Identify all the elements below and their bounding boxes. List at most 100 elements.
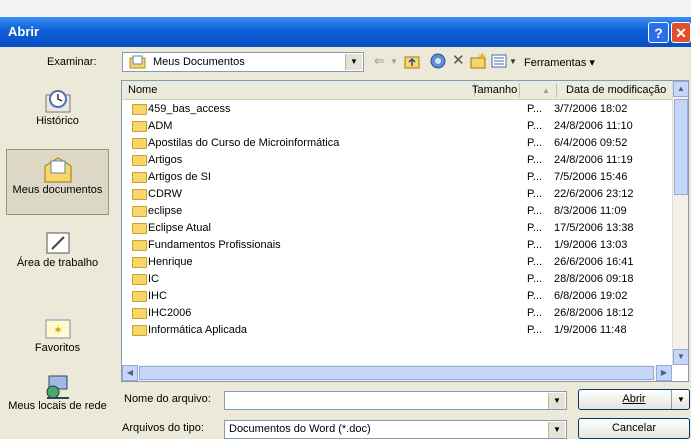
list-item[interactable]: Fundamentos Profissionais P... 1/9/2006 13… [122, 237, 672, 254]
tools-label: Ferramentas [524, 57, 587, 69]
file-name: Artigos de SI [148, 171, 211, 183]
folder-icon [132, 257, 147, 268]
list-item[interactable]: Henrique P... 26/6/2006 16:41 [122, 254, 672, 271]
scroll-right-icon[interactable]: ▶ [656, 365, 672, 381]
file-date: 24/8/2006 11:19 [554, 154, 633, 166]
folder-icon [132, 104, 147, 115]
list-item[interactable]: Apostilas do Curso de Microinformática P.… [122, 135, 672, 152]
column-name[interactable]: Nome [128, 84, 157, 96]
horizontal-scrollbar[interactable]: ◀ ▶ [122, 365, 672, 381]
scroll-left-icon[interactable]: ◀ [122, 365, 138, 381]
list-item[interactable]: IC P... 28/8/2006 09:18 [122, 271, 672, 288]
place-desktop[interactable]: Área de trabalho [6, 229, 109, 301]
up-folder-icon[interactable] [404, 54, 420, 69]
file-type: P... [527, 307, 543, 319]
file-type: P... [527, 137, 543, 149]
network-places-icon [46, 375, 69, 399]
close-button[interactable]: ✕ [671, 22, 691, 43]
scroll-down-icon[interactable]: ▼ [673, 349, 688, 365]
filename-field[interactable]: ▼ [224, 391, 567, 410]
file-list[interactable]: Nome Tamanho ▲ Data de modificação 459_b… [121, 80, 689, 382]
file-date: 1/9/2006 13:03 [554, 239, 628, 251]
file-date: 28/8/2006 09:18 [554, 273, 634, 285]
file-date: 7/5/2006 15:46 [554, 171, 628, 183]
place-my-documents[interactable]: Meus documentos [6, 149, 109, 215]
lookin-value: Meus Documentos [153, 56, 245, 68]
filetype-label: Arquivos do tipo: [122, 422, 204, 434]
file-name: eclipse [148, 205, 183, 217]
place-label: Meus locais de rede [8, 400, 107, 412]
list-item[interactable]: IHC P... 6/8/2006 19:02 [122, 288, 672, 305]
file-type: P... [527, 256, 543, 268]
list-item[interactable]: Artigos de SI P... 7/5/2006 15:46 [122, 169, 672, 186]
list-item[interactable]: CDRW P... 22/6/2006 23:12 [122, 186, 672, 203]
file-type: P... [527, 154, 543, 166]
back-dropdown-icon[interactable]: ▼ [390, 57, 398, 66]
place-network[interactable]: Meus locais de rede [6, 372, 109, 438]
folder-icon [132, 325, 147, 336]
folder-icon [132, 291, 147, 302]
column-size[interactable]: Tamanho [472, 84, 517, 96]
list-item[interactable]: Artigos P... 24/8/2006 11:19 [122, 152, 672, 169]
chevron-down-icon[interactable]: ▼ [548, 422, 565, 438]
place-label: Meus documentos [12, 184, 103, 196]
list-item[interactable]: IHC2006 P... 26/8/2006 18:12 [122, 305, 672, 322]
place-favorites[interactable]: ✶ Favoritos [6, 314, 109, 370]
file-name: CDRW [148, 188, 183, 200]
place-label: Histórico [36, 115, 79, 127]
file-date: 24/8/2006 11:10 [554, 120, 633, 132]
scroll-up-icon[interactable]: ▲ [673, 81, 688, 97]
open-dropdown-icon[interactable]: ▼ [677, 390, 685, 409]
filetype-dropdown[interactable]: Documentos do Word (*.doc) ▼ [224, 420, 567, 439]
folder-icon [132, 308, 147, 319]
delete-icon[interactable]: ✕ [452, 51, 465, 69]
list-item[interactable]: eclipse P... 8/3/2006 11:09 [122, 203, 672, 220]
desktop-icon [46, 232, 69, 254]
file-type: P... [527, 324, 543, 336]
list-item[interactable]: Informática Aplicada P... 1/9/2006 11:48 [122, 322, 672, 339]
list-item[interactable]: Eclipse Atual P... 17/5/2006 13:38 [122, 220, 672, 237]
back-arrow-icon[interactable]: ⇐ [374, 53, 385, 69]
new-folder-icon[interactable] [470, 53, 487, 69]
file-type: P... [527, 171, 543, 183]
file-type: P... [527, 222, 543, 234]
sort-triangle-icon: ▲ [542, 86, 550, 95]
chevron-down-icon[interactable]: ▼ [548, 393, 565, 409]
place-history[interactable]: Histórico [6, 87, 109, 147]
filetype-value: Documentos do Word (*.doc) [229, 423, 371, 435]
views-dropdown-icon[interactable]: ▼ [509, 57, 517, 66]
column-date[interactable]: Data de modificação [566, 84, 666, 96]
vertical-scrollbar[interactable]: ▲ ▼ [672, 81, 688, 365]
list-item[interactable]: ADM P... 24/8/2006 11:10 [122, 118, 672, 135]
file-type: P... [527, 103, 543, 115]
lookin-dropdown[interactable]: Meus Documentos ▼ [122, 52, 364, 72]
tools-menu[interactable]: Ferramentas ▾ [524, 56, 595, 69]
file-name: Fundamentos Profissionais [148, 239, 281, 251]
folder-icon [132, 274, 147, 285]
file-type: P... [527, 120, 543, 132]
file-type: P... [527, 205, 543, 217]
open-button-label: Abrir [622, 393, 646, 405]
folder-icon [132, 121, 147, 132]
folder-icon [132, 240, 147, 251]
vertical-scroll-thumb[interactable] [674, 99, 688, 195]
help-button[interactable]: ? [648, 22, 669, 43]
views-icon[interactable] [491, 54, 507, 68]
list-item[interactable]: 459_bas_access P... 3/7/2006 18:02 [122, 101, 672, 118]
file-type: P... [527, 290, 543, 302]
file-date: 1/9/2006 11:48 [554, 324, 627, 336]
lookin-label: Examinar: [47, 56, 97, 68]
open-button[interactable]: Abrir ▼ [578, 389, 690, 410]
search-web-icon[interactable] [430, 53, 447, 70]
filename-label: Nome do arquivo: [124, 393, 211, 405]
file-date: 26/8/2006 18:12 [554, 307, 634, 319]
file-date: 6/4/2006 09:52 [554, 137, 628, 149]
my-documents-icon [129, 55, 146, 69]
chevron-down-icon[interactable]: ▼ [345, 54, 362, 70]
file-name: ADM [148, 120, 173, 132]
file-type: P... [527, 188, 543, 200]
horizontal-scroll-thumb[interactable] [139, 366, 654, 380]
cancel-button[interactable]: Cancelar [578, 418, 690, 439]
history-icon [45, 90, 70, 113]
place-label: Favoritos [34, 342, 81, 354]
